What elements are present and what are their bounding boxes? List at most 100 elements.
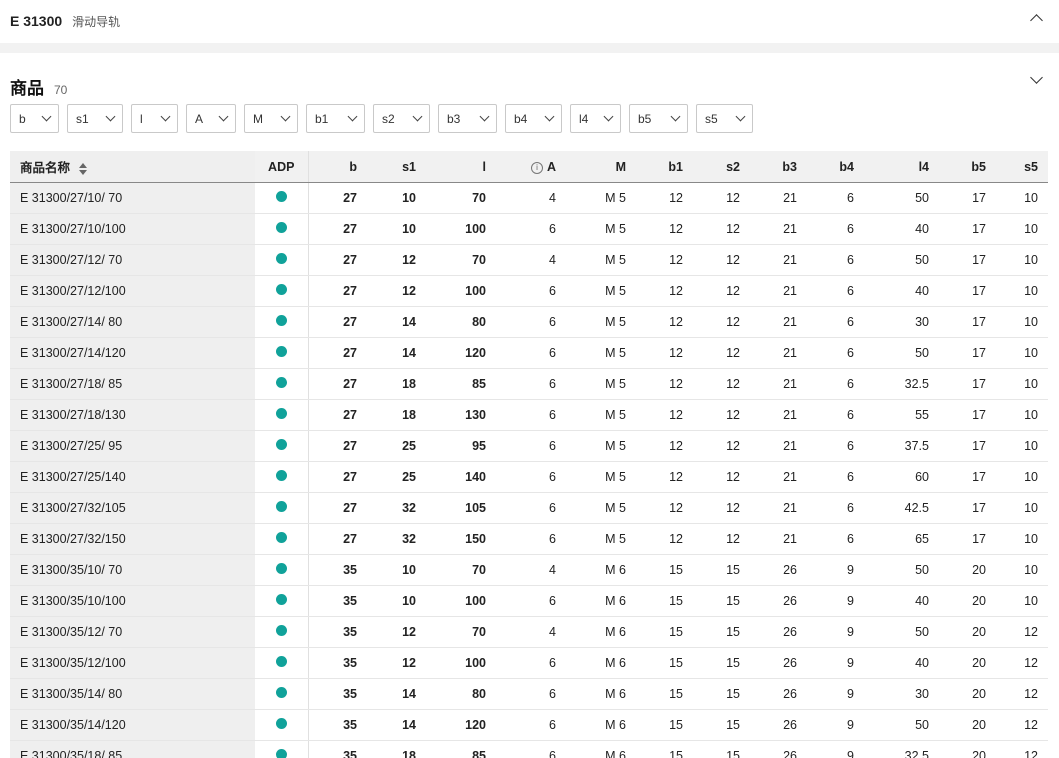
product-name-cell[interactable]: E 31300/27/25/ 95: [10, 430, 255, 462]
filter-dropdown-s2[interactable]: s2: [373, 104, 430, 133]
product-name-cell[interactable]: E 31300/27/14/120: [10, 337, 255, 369]
cell-s1: 25: [367, 430, 426, 462]
cell-b3: 21: [750, 368, 807, 400]
adp-cell: [255, 244, 309, 276]
product-name-cell[interactable]: E 31300/27/12/100: [10, 275, 255, 307]
cell-s2: 12: [693, 523, 750, 555]
cell-b3: 26: [750, 709, 807, 741]
cell-b3: 21: [750, 523, 807, 555]
cell-b: 35: [308, 554, 367, 586]
product-name-cell[interactable]: E 31300/35/12/ 70: [10, 616, 255, 648]
filter-dropdown-b1[interactable]: b1: [306, 104, 365, 133]
table-row[interactable]: E 31300/35/18/ 85 35 18 85 6 M 6 15 15 26 9 32.5 20…: [10, 740, 1048, 758]
filter-dropdown-b[interactable]: b: [10, 104, 59, 133]
cell-l4: 42.5: [864, 492, 939, 524]
adp-status-dot-icon: [275, 594, 287, 605]
adp-status-dot-icon: [275, 563, 287, 574]
adp-cell: [255, 213, 309, 245]
product-name-cell[interactable]: E 31300/35/10/ 70: [10, 554, 255, 586]
table-row[interactable]: E 31300/35/14/120 35 14 120 6 M 6 15 15 26 9 50 20 1…: [10, 709, 1048, 741]
filter-dropdown-A[interactable]: A: [186, 104, 236, 133]
table-row[interactable]: E 31300/35/12/ 70 35 12 70 4 M 6 15 15 26 9 50 20 12: [10, 616, 1048, 648]
cell-b5: 17: [939, 244, 996, 276]
product-name-cell[interactable]: E 31300/27/32/105: [10, 492, 255, 524]
product-name-cell[interactable]: E 31300/35/14/ 80: [10, 678, 255, 710]
cell-b1: 12: [636, 213, 693, 245]
product-name-cell[interactable]: E 31300/35/10/100: [10, 585, 255, 617]
adp-status-dot-icon: [275, 253, 287, 264]
product-name-cell[interactable]: E 31300/27/25/140: [10, 461, 255, 493]
column-header-b: b: [308, 151, 367, 183]
product-name-cell[interactable]: E 31300/27/12/ 70: [10, 244, 255, 276]
sort-icon[interactable]: [78, 162, 88, 175]
table-row[interactable]: E 31300/27/32/105 27 32 105 6 M 5 12 12 21 6 42.5 1…: [10, 492, 1048, 524]
chevron-down-icon[interactable]: [1030, 71, 1043, 84]
table-row[interactable]: E 31300/27/12/100 27 12 100 6 M 5 12 12 21 6 40 17 1…: [10, 275, 1048, 307]
table-row[interactable]: E 31300/27/18/130 27 18 130 6 M 5 12 12 21 6 55 17 1…: [10, 399, 1048, 431]
table-header-row: 商品名称 ADP b s1 l i A Mb1 s2 b3 b4 l4 b5 s5: [10, 151, 1048, 183]
product-name-cell[interactable]: E 31300/27/32/150: [10, 523, 255, 555]
cell-s1: 14: [367, 709, 426, 741]
cell-l4: 55: [864, 399, 939, 431]
adp-status-dot-icon: [275, 191, 287, 202]
cell-a: 6: [496, 740, 566, 758]
table-row[interactable]: E 31300/35/10/ 70 35 10 70 4 M 6 15 15 26 9 50 20 10: [10, 554, 1048, 586]
cell-b1: 15: [636, 678, 693, 710]
cell-b4: 9: [807, 585, 864, 617]
table-row[interactable]: E 31300/27/25/140 27 25 140 6 M 5 12 12 21 6 60 17 1…: [10, 461, 1048, 493]
table-row[interactable]: E 31300/27/14/120 27 14 120 6 M 5 12 12 21 6 50 17 1…: [10, 337, 1048, 369]
cell-l4: 65: [864, 523, 939, 555]
table-row[interactable]: E 31300/27/10/ 70 27 10 70 4 M 5 12 12 21 6 50 17 10: [10, 182, 1048, 214]
filter-dropdown-b5[interactable]: b5: [629, 104, 688, 133]
product-name-cell[interactable]: E 31300/27/18/ 85: [10, 368, 255, 400]
product-name-cell[interactable]: E 31300/27/10/100: [10, 213, 255, 245]
filter-dropdown-l4[interactable]: l4: [570, 104, 621, 133]
cell-s2: 12: [693, 368, 750, 400]
cell-l4: 37.5: [864, 430, 939, 462]
filter-dropdown-s5[interactable]: s5: [696, 104, 753, 133]
column-header-name[interactable]: 商品名称: [10, 151, 255, 183]
table-row[interactable]: E 31300/35/10/100 35 10 100 6 M 6 15 15 26 9 40 20 1…: [10, 585, 1048, 617]
cell-b5: 17: [939, 523, 996, 555]
cell-b1: 12: [636, 368, 693, 400]
table-row[interactable]: E 31300/35/14/ 80 35 14 80 6 M 6 15 15 26 9 30 20 12: [10, 678, 1048, 710]
product-name-cell[interactable]: E 31300/27/10/ 70: [10, 182, 255, 214]
cell-s1: 25: [367, 461, 426, 493]
table-row[interactable]: E 31300/27/12/ 70 27 12 70 4 M 5 12 12 21 6 50 17 10: [10, 244, 1048, 276]
product-table-container[interactable]: 商品名称 ADP b s1 l i A Mb1 s2 b3 b4 l4 b5 s5 E 31300/27/…: [10, 151, 1048, 758]
filter-dropdown-b3[interactable]: b3: [438, 104, 497, 133]
cell-m: M 5: [566, 275, 636, 307]
product-header[interactable]: E 31300 滑动导轨: [0, 0, 1059, 42]
filter-dropdown-l[interactable]: l: [131, 104, 178, 133]
cell-s2: 12: [693, 461, 750, 493]
chevron-up-icon[interactable]: [1030, 14, 1043, 27]
product-name-cell[interactable]: E 31300/27/14/ 80: [10, 306, 255, 338]
column-header-label: l: [482, 159, 486, 174]
product-name-cell[interactable]: E 31300/35/12/100: [10, 647, 255, 679]
cell-l: 70: [426, 182, 496, 214]
cell-b3: 21: [750, 337, 807, 369]
cell-s5: 10: [996, 244, 1048, 276]
column-header-label: b: [349, 159, 357, 174]
table-row[interactable]: E 31300/27/32/150 27 32 150 6 M 5 12 12 21 6 65 17 1…: [10, 523, 1048, 555]
table-row[interactable]: E 31300/35/12/100 35 12 100 6 M 6 15 15 26 9 40 20 1…: [10, 647, 1048, 679]
cell-s5: 10: [996, 306, 1048, 338]
cell-l4: 30: [864, 678, 939, 710]
adp-status-dot-icon: [275, 346, 287, 357]
cell-b3: 26: [750, 740, 807, 758]
filter-dropdown-b4[interactable]: b4: [505, 104, 562, 133]
adp-cell: [255, 709, 309, 741]
products-section-header[interactable]: 商品 70: [0, 53, 1059, 99]
filter-dropdown-M[interactable]: M: [244, 104, 298, 133]
product-name-cell[interactable]: E 31300/27/18/130: [10, 399, 255, 431]
table-row[interactable]: E 31300/27/14/ 80 27 14 80 6 M 5 12 12 21 6 30 17 10: [10, 306, 1048, 338]
filter-dropdown-s1[interactable]: s1: [67, 104, 123, 133]
cell-m: M 5: [566, 523, 636, 555]
column-header-s1: s1: [367, 151, 426, 183]
table-row[interactable]: E 31300/27/10/100 27 10 100 6 M 5 12 12 21 6 40 17 1…: [10, 213, 1048, 245]
product-name-cell[interactable]: E 31300/35/18/ 85: [10, 740, 255, 758]
product-name-cell[interactable]: E 31300/35/14/120: [10, 709, 255, 741]
table-row[interactable]: E 31300/27/18/ 85 27 18 85 6 M 5 12 12 21 6 32.5 17…: [10, 368, 1048, 400]
info-icon[interactable]: i: [530, 161, 543, 174]
table-row[interactable]: E 31300/27/25/ 95 27 25 95 6 M 5 12 12 21 6 37.5 17…: [10, 430, 1048, 462]
